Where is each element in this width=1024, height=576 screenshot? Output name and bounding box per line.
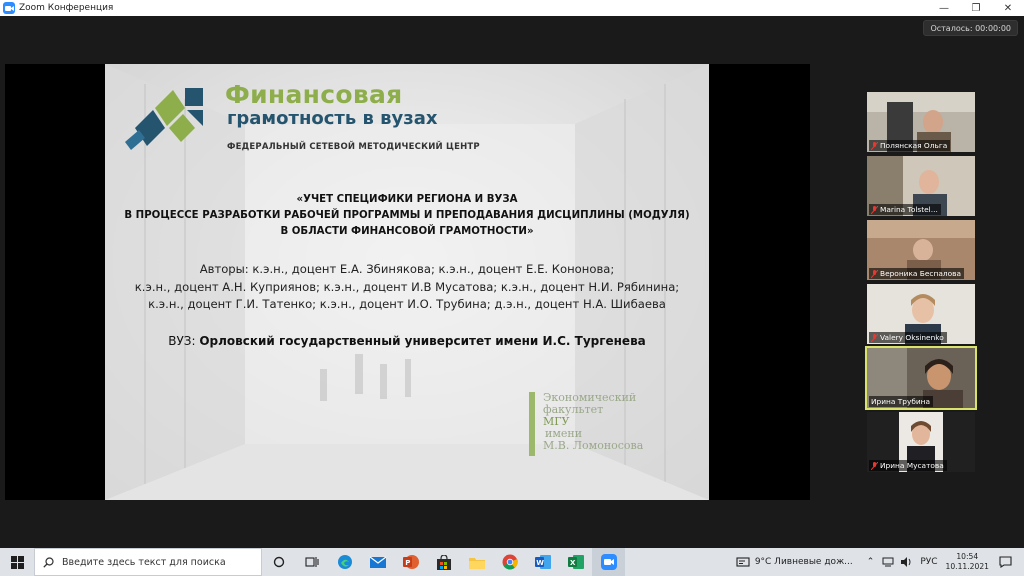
presentation-slide: Финансовая грамотность в вузах ФЕДЕРАЛЬН…	[105, 64, 709, 500]
close-button[interactable]: ✕	[992, 0, 1024, 16]
msu-logo-bar	[529, 392, 535, 456]
participant-name-label: Valery Oksinenko	[869, 332, 947, 343]
slide-authors: Авторы: к.э.н., доцент Е.А. Збинякова; к…	[105, 261, 709, 314]
participant-name: Вероника Беспалова	[880, 269, 961, 278]
zoom-logo-icon	[3, 2, 15, 14]
cortana-button[interactable]	[262, 548, 295, 576]
edge-icon	[337, 555, 352, 569]
taskbar-app-explorer[interactable]	[460, 548, 493, 576]
brand-name-line1: Финансовая	[225, 80, 403, 109]
notifications-icon[interactable]	[999, 556, 1012, 568]
participant-name: Ирина Мусатова	[880, 461, 944, 470]
university-label: ВУЗ:	[168, 334, 200, 348]
zoom-icon	[600, 554, 617, 570]
mic-muted-icon	[871, 205, 878, 214]
word-icon: W	[534, 555, 551, 569]
taskbar-clock[interactable]: 10:54 10.11.2021	[946, 552, 989, 572]
powerpoint-icon: P	[402, 555, 419, 569]
store-icon	[436, 554, 451, 570]
input-language[interactable]: РУС	[920, 557, 937, 567]
task-view-icon	[304, 557, 319, 567]
volume-icon[interactable]	[900, 557, 912, 567]
participant-tile[interactable]: Ирина Мусатова	[867, 412, 975, 472]
system-tray: 9°C Ливневые дож... ⌃ РУС 10:54 10.11.20…	[736, 548, 1024, 576]
svg-text:P: P	[405, 559, 410, 567]
windows-logo-icon	[10, 555, 24, 569]
task-view-button[interactable]	[295, 548, 328, 576]
mic-muted-icon	[871, 269, 878, 278]
clock-date: 10.11.2021	[945, 562, 989, 571]
authors-line: к.э.н., доцент А.Н. Куприянов; к.э.н., д…	[134, 279, 680, 294]
taskbar-app-store[interactable]	[427, 548, 460, 576]
participant-name-label: Вероника Беспалова	[869, 268, 964, 279]
taskbar-app-excel[interactable]: X	[559, 548, 592, 576]
cortana-icon	[273, 556, 284, 568]
folder-icon	[468, 557, 485, 569]
weather-text[interactable]: 9°C Ливневые дож...	[755, 557, 853, 567]
window-controls: — ❐ ✕	[928, 0, 1024, 16]
windows-taskbar: Введите здесь текст для поиска P W X 9°C…	[0, 548, 1024, 576]
taskbar-search-input[interactable]: Введите здесь текст для поиска	[34, 548, 262, 576]
participant-tile[interactable]: Marina Tolstel...	[867, 156, 975, 216]
authors-line: к.э.н., доцент Г.И. Татенко; к.э.н., доц…	[148, 297, 666, 311]
window-title: Zoom Конференция	[19, 3, 114, 13]
slide-title-line: «УЧЕТ СПЕЦИФИКИ РЕГИОНА И ВУЗА	[296, 194, 518, 205]
taskbar-app-mail[interactable]	[361, 548, 394, 576]
tray-chevron-up-icon[interactable]: ⌃	[867, 557, 875, 567]
slide-title-line: В ОБЛАСТИ ФИНАНСОВОЙ ГРАМОТНОСТИ»	[280, 226, 534, 237]
mail-icon	[369, 556, 386, 568]
svg-text:W: W	[536, 559, 544, 567]
slide-university: ВУЗ: Орловский государственный университ…	[105, 334, 709, 348]
search-placeholder: Введите здесь текст для поиска	[62, 556, 226, 568]
time-remaining-badge: Осталось: 00:00:00	[923, 20, 1018, 36]
brand-name-line2: грамотность в вузах	[227, 108, 438, 129]
slide-title-line: В ПРОЦЕССЕ РАЗРАБОТКИ РАБОЧЕЙ ПРОГРАММЫ …	[124, 210, 690, 221]
taskbar-app-zoom[interactable]	[592, 548, 625, 576]
start-button[interactable]	[0, 548, 34, 576]
mic-muted-icon	[871, 461, 878, 470]
chrome-icon	[502, 554, 518, 570]
participant-name: Полянская Ольга	[880, 141, 948, 150]
university-name: Орловский государственный университет им…	[199, 334, 646, 348]
clock-time: 10:54	[956, 552, 979, 561]
participant-tile[interactable]: Вероника Беспалова	[867, 220, 975, 280]
participant-tile-active-speaker[interactable]: Ирина Трубина	[865, 346, 977, 410]
authors-line: Авторы: к.э.н., доцент Е.А. Збинякова; к…	[199, 262, 615, 276]
taskbar-app-chrome[interactable]	[493, 548, 526, 576]
meeting-area: Осталось: 00:00:00 Финансовая грамотност…	[0, 16, 1024, 548]
taskbar-app-powerpoint[interactable]: P	[394, 548, 427, 576]
msu-logo-line: М.В. Ломоносова	[543, 439, 644, 452]
network-icon[interactable]	[882, 557, 894, 567]
participant-name: Valery Oksinenko	[880, 333, 944, 342]
minimize-button[interactable]: —	[928, 0, 960, 16]
taskbar-app-edge[interactable]	[328, 548, 361, 576]
financial-literacy-logo-icon	[125, 88, 203, 150]
window-titlebar: Zoom Конференция — ❐ ✕	[0, 0, 1024, 16]
mic-muted-icon	[871, 333, 878, 342]
excel-icon: X	[567, 555, 584, 569]
slide-title: «УЧЕТ СПЕЦИФИКИ РЕГИОНА И ВУЗА В ПРОЦЕСС…	[105, 192, 709, 240]
participant-tile[interactable]: Полянская Ольга	[867, 92, 975, 152]
svg-text:X: X	[570, 559, 576, 567]
participant-name: Marina Tolstel...	[880, 205, 938, 214]
participant-name-label: Marina Tolstel...	[869, 204, 941, 215]
mic-muted-icon	[871, 141, 878, 150]
search-icon	[43, 556, 54, 568]
participant-name-label: Полянская Ольга	[869, 140, 951, 151]
participant-name-label: Ирина Мусатова	[869, 460, 947, 471]
maximize-button[interactable]: ❐	[960, 0, 992, 16]
taskbar-app-word[interactable]: W	[526, 548, 559, 576]
brand-subtitle: ФЕДЕРАЛЬНЫЙ СЕТЕВОЙ МЕТОДИЧЕСКИЙ ЦЕНТР	[227, 142, 480, 152]
participant-name: Ирина Трубина	[871, 397, 931, 406]
participant-name-label: Ирина Трубина	[869, 396, 934, 407]
participant-tile[interactable]: Valery Oksinenko	[867, 284, 975, 344]
weather-icon	[736, 557, 750, 567]
